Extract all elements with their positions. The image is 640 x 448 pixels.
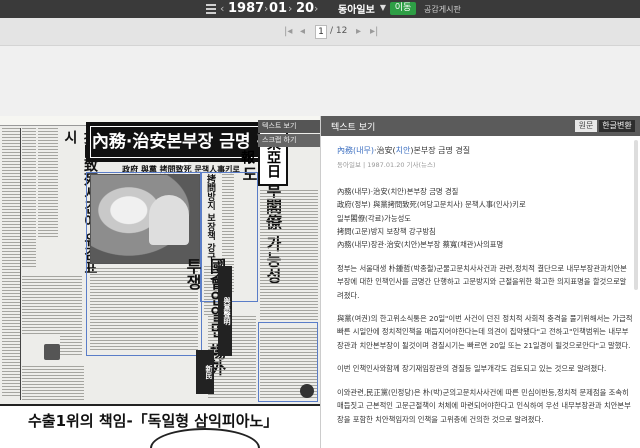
- black-heading-box: 與黨聲明: [218, 266, 232, 356]
- article-headline-line: 內務(내무)·治安(치안)본부장 금명 경질: [337, 186, 459, 196]
- prev-year-icon[interactable]: ‹: [220, 2, 224, 15]
- article-headline-line: 政府(정부) 與黨拷問致死(여당고문치사) 문책人事(인사)키로: [337, 200, 526, 210]
- column-rule: [20, 128, 21, 400]
- black-heading-box: 新民: [196, 350, 214, 394]
- text-view-panel: 텍스트 보기 원문 한글변환 內務(내무)·治安(치안)본부장 금명 경질 동아…: [320, 116, 640, 448]
- panel-title: 텍스트 보기: [331, 123, 376, 133]
- text-column: [260, 190, 318, 320]
- go-button[interactable]: 이동: [390, 2, 416, 15]
- article-headline-line: 일부閣僚(각료)가능성도: [337, 213, 411, 223]
- scrap-tab[interactable]: 스크랩 하기: [258, 134, 320, 147]
- ad-illustration: [150, 428, 260, 448]
- next-month-icon[interactable]: ›: [288, 2, 292, 15]
- first-page-icon[interactable]: |◂: [284, 26, 292, 37]
- menu-icon[interactable]: [206, 4, 216, 14]
- text-column: [22, 276, 60, 336]
- article-paragraph: 이번 인책인사와함께 장기재임장관의 경질등 일부개각도 검토되고 있는 것으로…: [337, 364, 607, 374]
- day-display[interactable]: 20: [296, 1, 314, 16]
- newspaper-select[interactable]: 동아일보 ▼: [338, 1, 386, 16]
- board-link[interactable]: 공감게시판: [424, 4, 461, 15]
- article-title: 內務(내무)·治安(치안)본부장 금명 경질: [337, 144, 633, 157]
- viewer-gap: [0, 46, 640, 116]
- text-column: [60, 276, 82, 356]
- title-part: )본부장 금명 경질: [410, 146, 471, 155]
- text-column: [22, 128, 36, 268]
- ad-title: 수출1위의 책임-「독일형 삼익피아노」: [28, 412, 279, 430]
- text-column: [22, 366, 84, 400]
- original-text-button[interactable]: 원문: [575, 120, 597, 132]
- panel-scrollbar[interactable]: [634, 140, 638, 290]
- title-part: 치안: [395, 146, 411, 155]
- page-total: / 12: [330, 26, 348, 36]
- portrait-photo: [44, 344, 60, 360]
- article-paragraph: 정부는 서울대생 朴鍾哲(박종철)군물고문치사사건과 관련,정치적 결단으로 내…: [337, 263, 627, 300]
- page-number-input[interactable]: 1: [315, 25, 327, 39]
- title-part: 內務(내무): [337, 146, 374, 155]
- page-navigation: |◂ ◂ 1 / 12 ▸ ▸|: [0, 18, 640, 46]
- text-column: [38, 128, 58, 238]
- text-column: [2, 128, 20, 398]
- top-toolbar: ‹ 1987 › 01 › 20 › 동아일보 ▼ 이동 공감게시판: [0, 0, 640, 18]
- last-page-icon[interactable]: ▸|: [370, 26, 378, 37]
- article-headline-line: 拷問(고문)방지 보장책 강구방침: [337, 227, 436, 237]
- article-headline-line: 內務(내무)장관·治安(치안)본부장 蔡寬(채관)사의표명: [337, 240, 504, 250]
- advertisement: 수출1위의 책임-「독일형 삼익피아노」: [0, 404, 320, 448]
- text-column: [208, 316, 256, 398]
- article-paragraph: 與黨(여권)의 한고위소식통은 20일"이번 사건이 던진 정치적 사회적 충격…: [337, 314, 633, 350]
- hangul-convert-button[interactable]: 한글변환: [599, 120, 635, 132]
- title-part: ·治安(: [373, 146, 396, 155]
- chevron-down-icon: ▼: [379, 3, 386, 12]
- month-display[interactable]: 01: [269, 1, 287, 16]
- newspaper-select-label: 동아일보: [338, 5, 375, 16]
- article-highlight-frame: [258, 322, 318, 402]
- article-paragraph: 이와관련,民正黨(민정당)은 朴(박)군의고문치사사건에 따른 민심이반등,정치…: [337, 387, 631, 424]
- next-day-icon[interactable]: ›: [314, 2, 318, 15]
- next-page-icon[interactable]: ▸: [356, 26, 361, 37]
- prev-page-icon[interactable]: ◂: [300, 26, 305, 37]
- article-body: 內務(내무)·治安(치안)본부장 금명 경질 동아일보 | 1987.01.20…: [337, 144, 633, 436]
- year-display[interactable]: 1987: [228, 1, 264, 16]
- newspaper-page-image[interactable]: 拷問致死사건에 유감표시 內務·治安본부장 금명 경질 政府 與黨 拷問致死 문…: [0, 116, 320, 448]
- panel-header: 텍스트 보기 원문 한글변환: [321, 116, 640, 136]
- article-headlines: 內務(내무)·治安(치안)본부장 금명 경질 政府(정부) 與黨拷問致死(여당고…: [337, 185, 633, 252]
- next-year-icon[interactable]: ›: [264, 2, 268, 15]
- article-meta: 동아일보 | 1987.01.20 기사(뉴스): [337, 161, 436, 170]
- text-view-tab[interactable]: 텍스트 보기: [258, 120, 320, 133]
